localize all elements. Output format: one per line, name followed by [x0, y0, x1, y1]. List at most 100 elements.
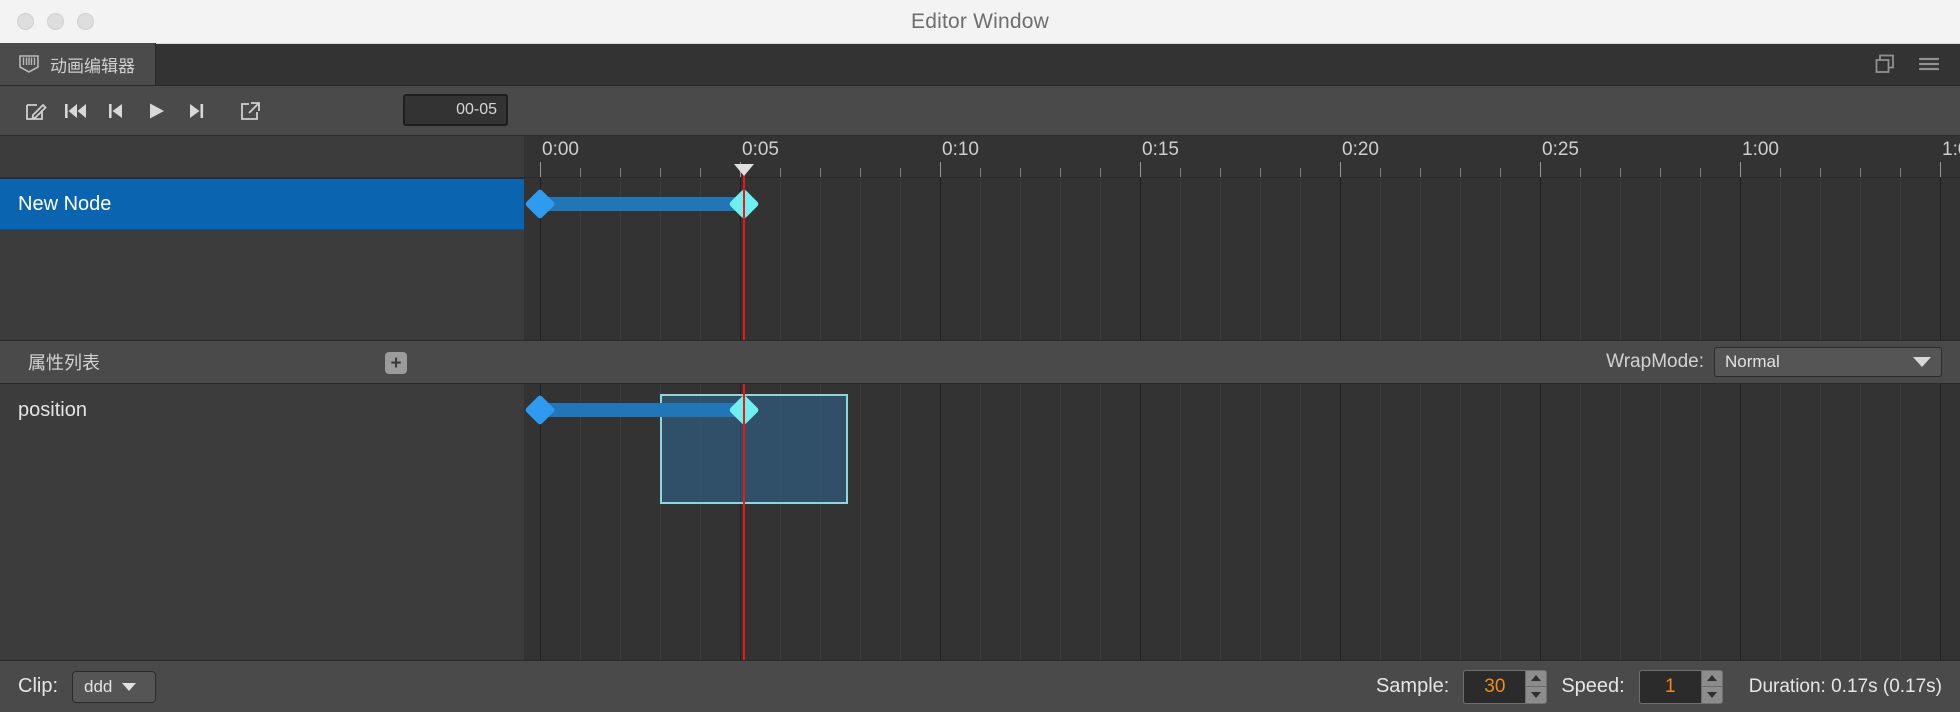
editor-window: Editor Window 动画编辑器 00-05 New Node 0:00 …	[0, 0, 1960, 712]
ruler-label: 0:25	[1542, 139, 1579, 160]
next-frame-icon[interactable]	[176, 94, 216, 128]
menu-icon[interactable]	[1918, 53, 1940, 75]
property-list-title: 属性列表	[28, 353, 100, 373]
wrapmode-value: Normal	[1725, 352, 1780, 371]
ruler-tick	[1500, 168, 1501, 177]
external-link-icon[interactable]	[230, 94, 270, 128]
ruler-tick	[940, 162, 941, 177]
playhead-upper[interactable]	[743, 166, 745, 340]
node-track-area[interactable]: 0:00 0:05 0:10 0:15 0:20 0:25 1:00 1:0	[524, 136, 1960, 340]
ruler-label: 0:10	[942, 139, 979, 160]
ruler-tick	[660, 168, 661, 177]
property-label: position	[18, 398, 87, 421]
ruler-tick	[1420, 168, 1421, 177]
ruler-tick	[1940, 162, 1941, 177]
wrapmode-label: WrapMode:	[1606, 351, 1704, 372]
ruler-tick	[1380, 168, 1381, 177]
playhead-marker[interactable]	[734, 164, 754, 176]
sample-input[interactable]: 30	[1463, 669, 1526, 704]
panel-header-actions	[1854, 43, 1960, 85]
sample-stepper[interactable]: 30	[1463, 669, 1548, 704]
clip-select[interactable]: ddd	[72, 670, 157, 703]
ruler-tick	[1740, 162, 1741, 177]
property-list-header: 属性列表 + WrapMode: Normal	[0, 340, 1960, 384]
tab-label: 动画编辑器	[50, 56, 135, 76]
keyframe-row-node[interactable]	[524, 178, 1960, 230]
sample-increment-button[interactable]	[1526, 671, 1547, 687]
ruler-tick	[980, 168, 981, 177]
triangle-down-icon	[1531, 691, 1542, 698]
triangle-down-icon	[1706, 691, 1717, 698]
keyframe-row-position[interactable]	[524, 384, 1960, 436]
ruler-tick	[580, 168, 581, 177]
ruler-tick	[1780, 168, 1781, 177]
ruler-tick	[1340, 162, 1341, 177]
ruler-tick	[1140, 162, 1141, 177]
clip-label: Clip:	[18, 675, 59, 697]
film-strip-icon	[18, 54, 40, 74]
sample-decrement-button[interactable]	[1526, 687, 1546, 703]
status-bar: Clip: ddd Sample: 30 Speed: 1 Duration: …	[0, 660, 1960, 712]
speed-input[interactable]: 1	[1638, 669, 1701, 704]
ruler-tick	[1220, 168, 1221, 177]
playhead-lower[interactable]	[743, 384, 745, 660]
ruler-label: 1:0	[1942, 139, 1960, 160]
tab-animation-editor[interactable]: 动画编辑器	[0, 43, 156, 85]
current-time-field[interactable]: 00-05	[403, 94, 508, 126]
property-track-area[interactable]	[524, 384, 1960, 660]
keyframe-bar[interactable]	[540, 197, 744, 211]
chevron-down-icon	[1913, 357, 1931, 367]
ruler-tick	[1260, 168, 1261, 177]
ruler-tick	[1020, 168, 1021, 177]
node-label-column: New Node	[0, 136, 524, 340]
ruler-tick	[620, 168, 621, 177]
duration-text: Duration: 0.17s (0.17s)	[1748, 675, 1942, 697]
speed-spin-buttons	[1700, 669, 1723, 704]
clip-value: ddd	[84, 676, 113, 696]
skip-to-start-icon[interactable]	[56, 94, 96, 128]
duplicate-icon[interactable]	[1874, 53, 1896, 75]
ruler-tick	[1300, 168, 1301, 177]
edit-icon[interactable]	[16, 94, 56, 128]
ruler-tick	[900, 168, 901, 177]
prev-frame-icon[interactable]	[96, 94, 136, 128]
ruler-label: 0:00	[542, 139, 579, 160]
ruler-tick	[1100, 168, 1101, 177]
chevron-down-icon	[122, 682, 137, 691]
speed-increment-button[interactable]	[1701, 671, 1722, 687]
keyframe-bar[interactable]	[540, 403, 744, 417]
ruler-spacer	[0, 136, 524, 178]
node-label: New Node	[18, 192, 112, 215]
ruler-tick	[1180, 168, 1181, 177]
ruler-tick	[820, 168, 821, 177]
ruler-tick	[1060, 168, 1061, 177]
wrapmode-select[interactable]: Normal	[1714, 347, 1942, 377]
ruler-tick	[860, 168, 861, 177]
ruler-tick	[1540, 162, 1541, 177]
keyframe-diamond[interactable]	[524, 394, 556, 426]
triangle-up-icon	[1706, 675, 1717, 682]
speed-stepper[interactable]: 1	[1638, 669, 1723, 704]
ruler-tick	[1700, 168, 1701, 177]
node-row-new-node[interactable]: New Node	[0, 178, 524, 230]
ruler-tick	[1580, 168, 1581, 177]
status-bar-right: Sample: 30 Speed: 1 Duration: 0.17s (0.1…	[1375, 669, 1942, 704]
ruler-label: 0:05	[742, 139, 779, 160]
ruler-tick	[1620, 168, 1621, 177]
wrapmode-control: WrapMode: Normal	[1606, 347, 1960, 377]
property-row-position[interactable]: position	[0, 384, 524, 436]
sample-label: Sample:	[1375, 675, 1450, 697]
ruler-label: 0:20	[1342, 139, 1379, 160]
add-property-button[interactable]: +	[385, 352, 407, 374]
keyframe-diamond[interactable]	[524, 188, 556, 220]
play-icon[interactable]	[136, 94, 176, 128]
window-titlebar: Editor Window	[0, 0, 1960, 44]
animation-editor-panel: 动画编辑器 00-05 New Node 0:00 0:05 0:10 0:15…	[0, 43, 1960, 712]
property-timeline-section: position	[0, 384, 1960, 660]
speed-decrement-button[interactable]	[1702, 687, 1722, 703]
ruler-tick	[1900, 168, 1901, 177]
property-label-column: position	[0, 384, 524, 660]
node-timeline-section: New Node 0:00 0:05 0:10 0:15 0:20 0:25 1:00 1:0	[0, 136, 1960, 340]
tab-strip: 动画编辑器	[0, 43, 1960, 86]
ruler-tick	[1860, 168, 1861, 177]
